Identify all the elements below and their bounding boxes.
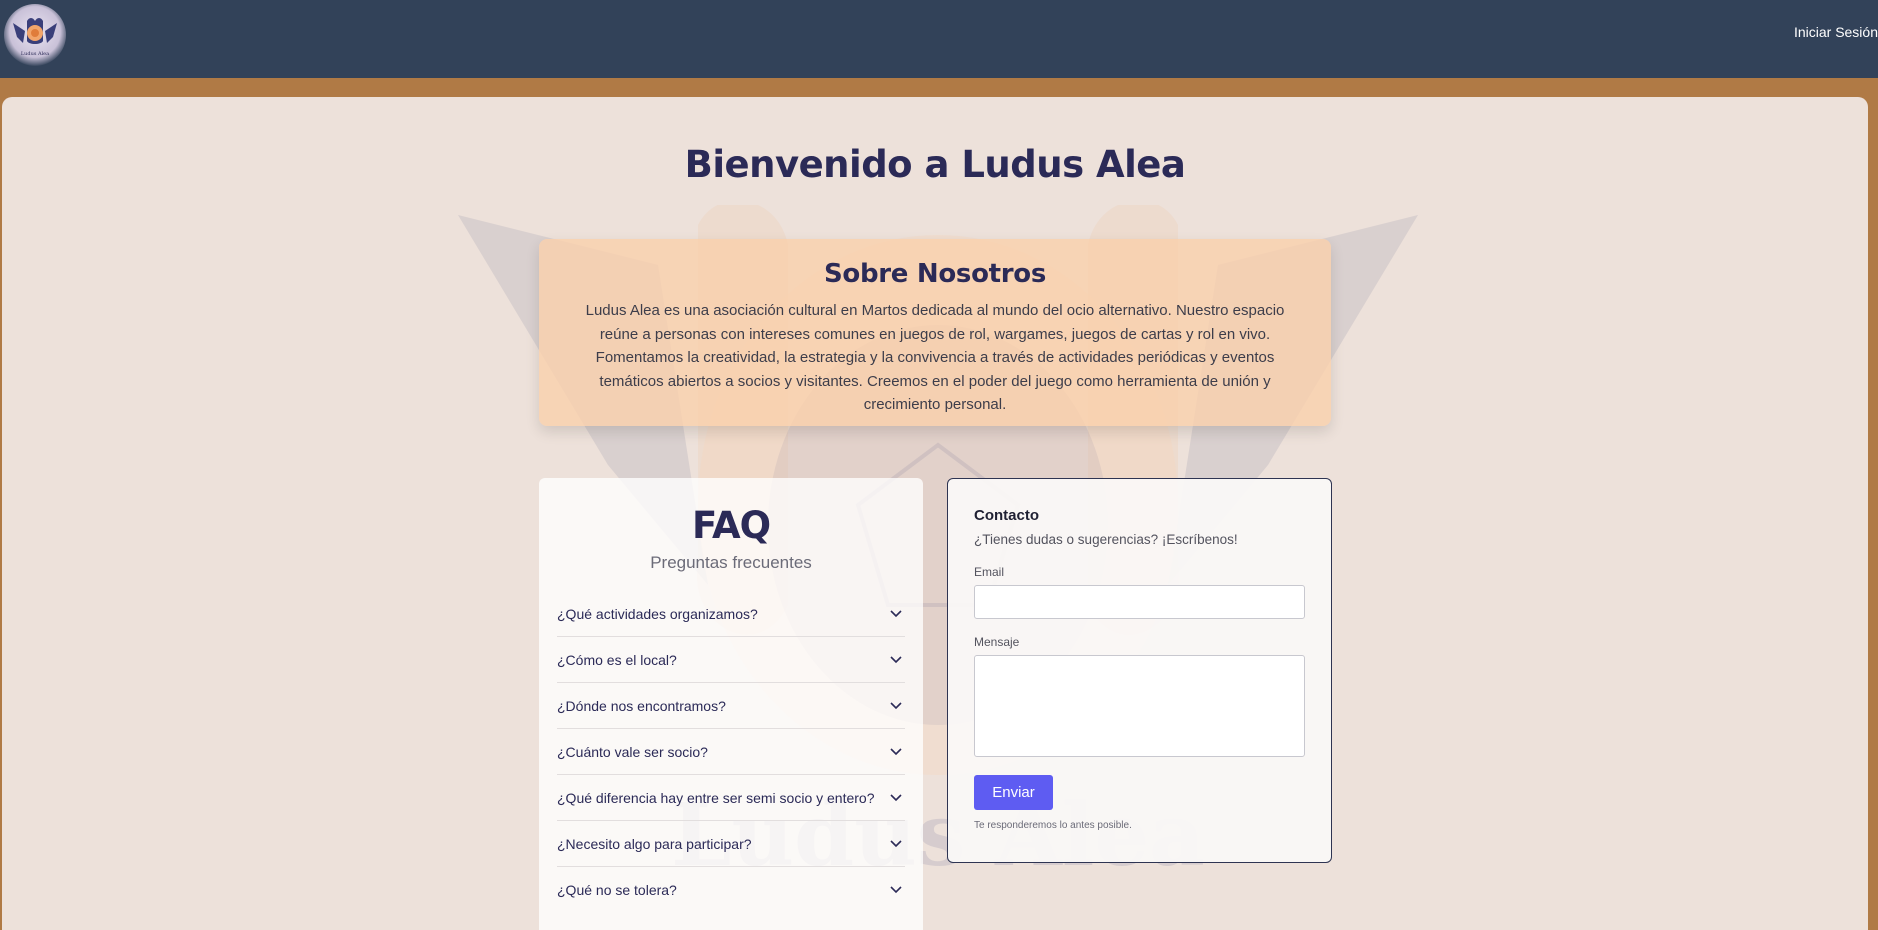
faq-heading: FAQ <box>691 504 771 547</box>
faq-item-venue[interactable]: ¿Cómo es el local? <box>557 637 905 683</box>
faq-item-membership-types[interactable]: ¿Qué diferencia hay entre ser semi socio… <box>557 775 905 821</box>
faq-question: ¿Dónde nos encontramos? <box>557 697 726 714</box>
chevron-down-icon[interactable] <box>889 837 903 851</box>
faq-question: ¿Qué actividades organizamos? <box>557 605 758 622</box>
ludus-alea-logo-icon: Ludus Alea <box>13 18 57 57</box>
faq-question: ¿Qué diferencia hay entre ser semi socio… <box>557 789 875 806</box>
faq-item-activities[interactable]: ¿Qué actividades organizamos? <box>557 591 905 637</box>
chevron-down-icon[interactable] <box>889 653 903 667</box>
faq-item-membership-cost[interactable]: ¿Cuánto vale ser socio? <box>557 729 905 775</box>
faq-question: ¿Necesito algo para participar? <box>557 835 752 852</box>
faq-item-location[interactable]: ¿Dónde nos encontramos? <box>557 683 905 729</box>
chevron-down-icon[interactable] <box>889 699 903 713</box>
message-label: Mensaje <box>974 635 1020 649</box>
main-content: Ludus Alea Bienvenido a Ludus Alea Sobre… <box>2 97 1868 930</box>
faq-panel: FAQ Preguntas frecuentes ¿Qué actividade… <box>539 478 923 930</box>
send-button[interactable]: Enviar <box>974 775 1053 810</box>
faq-question: ¿Qué no se tolera? <box>557 882 677 898</box>
contact-form: Contacto ¿Tienes dudas o sugerencias? ¡E… <box>947 478 1332 863</box>
email-field[interactable] <box>974 585 1305 619</box>
about-section: Sobre Nosotros Ludus Alea es una asociac… <box>539 239 1331 426</box>
faq-item-rules[interactable]: ¿Qué no se tolera? <box>557 867 905 913</box>
faq-subtitle: Preguntas frecuentes <box>650 553 812 572</box>
faq-item-requirements[interactable]: ¿Necesito algo para participar? <box>557 821 905 867</box>
ludus-alea-logo[interactable]: Ludus Alea <box>4 4 66 66</box>
chevron-down-icon[interactable] <box>889 745 903 759</box>
page-title: Bienvenido a Ludus Alea <box>684 143 1186 186</box>
response-note: Te responderemos lo antes posible. <box>974 820 1132 831</box>
message-field[interactable] <box>974 655 1305 757</box>
chevron-down-icon[interactable] <box>889 607 903 621</box>
email-label: Email <box>974 565 1005 579</box>
faq-question: ¿Cómo es el local? <box>557 651 677 668</box>
contact-lead: ¿Tienes dudas o sugerencias? ¡Escríbenos… <box>974 532 1238 547</box>
chevron-down-icon[interactable] <box>889 883 903 897</box>
svg-text:Ludus Alea: Ludus Alea <box>21 51 49 57</box>
about-description: Ludus Alea es una asociación cultural en… <box>585 302 1285 413</box>
faq-question: ¿Cuánto vale ser socio? <box>557 743 708 760</box>
chevron-down-icon[interactable] <box>889 791 903 805</box>
top-navbar: Ludus Alea Iniciar Sesión <box>0 0 1878 78</box>
about-heading: Sobre Nosotros <box>823 259 1047 289</box>
contact-heading: Contacto <box>974 507 1039 524</box>
login-link[interactable]: Iniciar Sesión <box>1778 24 1878 40</box>
